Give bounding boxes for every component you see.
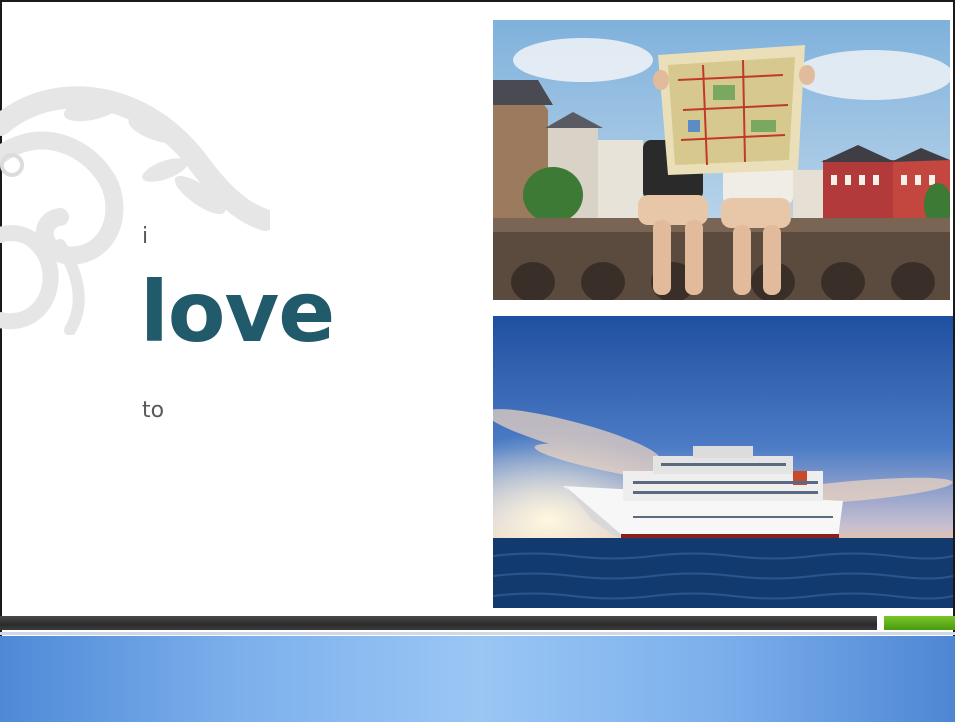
map-reading-travelers-photo	[493, 20, 950, 300]
frame-top-border	[0, 0, 955, 2]
footer-dark-bar	[0, 616, 877, 630]
word-to: to	[142, 398, 165, 423]
word-love-heading: love	[140, 263, 335, 361]
word-i: i	[142, 224, 149, 249]
slide: i love to	[0, 0, 955, 722]
cruise-ship-at-sunset-photo	[493, 316, 953, 608]
footer-green-accent	[884, 616, 955, 630]
footer-blue-band	[0, 636, 955, 722]
footer-divider-line	[0, 632, 955, 635]
